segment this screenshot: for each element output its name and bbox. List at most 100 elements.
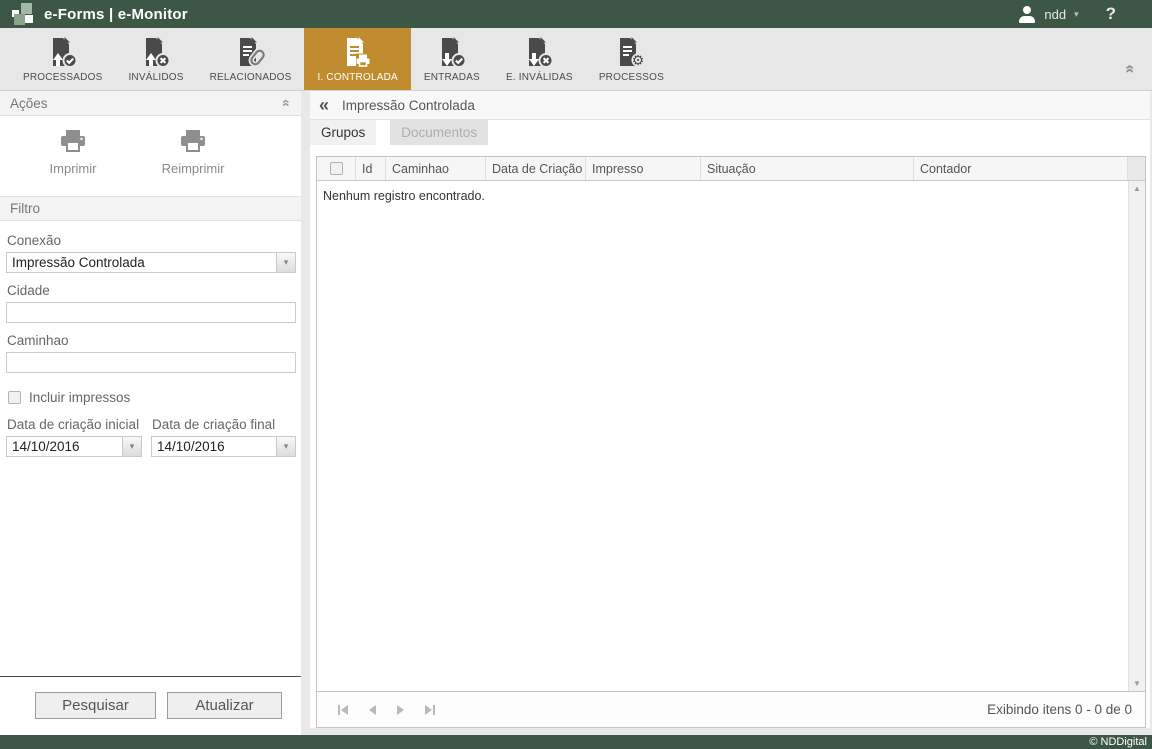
column-header-caminhao[interactable]: Caminhao: [386, 157, 486, 180]
toolbar-button-entradas[interactable]: ENTRADAS: [411, 28, 493, 90]
conexao-selected-value: Impressão Controlada: [7, 255, 276, 270]
data-final-label: Data de criação final: [152, 417, 296, 432]
pesquisar-button[interactable]: Pesquisar: [35, 692, 156, 719]
document-download-cross-icon: [524, 36, 554, 68]
toolbar-button-label: PROCESSOS: [599, 72, 664, 83]
toolbar-button-relacionados[interactable]: RELACIONADOS: [197, 28, 305, 90]
document-printer-icon: [343, 36, 373, 68]
toolbar-button-processados[interactable]: PROCESSADOS: [10, 28, 115, 90]
document-download-check-icon: [437, 36, 467, 68]
grid-body: Nenhum registro encontrado. ▲ ▼: [317, 181, 1145, 691]
select-all-checkbox[interactable]: [330, 162, 343, 175]
document-upload-cross-icon: [141, 36, 171, 68]
toolbar-button-label: INVÁLIDOS: [128, 72, 183, 83]
document-paperclip-icon: [236, 36, 266, 68]
column-header-impresso[interactable]: Impresso: [586, 157, 701, 180]
next-page-button[interactable]: [397, 705, 404, 715]
toolbar-button-label: PROCESSADOS: [23, 72, 102, 83]
toolbar-collapse-chevron-icon[interactable]: «: [1121, 65, 1139, 74]
dropdown-arrow-icon[interactable]: ▾: [122, 437, 141, 456]
actions-row: Imprimir Reimprimir: [0, 116, 301, 196]
data-inicial-value: 14/10/2016: [7, 439, 122, 454]
atualizar-button[interactable]: Atualizar: [167, 692, 282, 719]
incluir-impressos-row[interactable]: Incluir impressos: [8, 390, 296, 405]
imprimir-label: Imprimir: [50, 161, 97, 176]
cidade-input[interactable]: [6, 302, 296, 323]
tab-documentos[interactable]: Documentos: [390, 120, 488, 145]
last-page-button[interactable]: [425, 705, 435, 715]
collapse-sidebar-chevron-icon[interactable]: «: [319, 96, 329, 114]
results-grid: Id Caminhao Data de Criação Impresso Sit…: [316, 156, 1146, 728]
scroll-down-icon[interactable]: ▼: [1133, 679, 1141, 688]
column-header-data-criacao[interactable]: Data de Criação: [486, 157, 586, 180]
scroll-up-icon[interactable]: ▲: [1133, 184, 1141, 193]
pagination-bar: Exibindo itens 0 - 0 de 0: [317, 691, 1145, 727]
actions-section-title: Ações: [10, 96, 48, 111]
svg-text:⚙: ⚙: [632, 52, 645, 68]
toolbar-button-invalidos[interactable]: INVÁLIDOS: [115, 28, 196, 90]
toolbar-button-processos[interactable]: ⚙ PROCESSOS: [586, 28, 677, 90]
cidade-label: Cidade: [7, 283, 296, 298]
dropdown-arrow-icon[interactable]: ▾: [276, 253, 295, 272]
toolbar-button-label: RELACIONADOS: [210, 72, 292, 83]
pagination-controls: [317, 705, 435, 715]
actions-section-header: Ações «: [0, 91, 301, 116]
user-name: ndd: [1044, 7, 1066, 22]
toolbar-button-i-controlada[interactable]: I. CONTROLADA: [304, 28, 410, 90]
data-final-picker[interactable]: 14/10/2016 ▾: [151, 436, 296, 457]
user-menu[interactable]: ndd ▾: [1018, 6, 1078, 23]
help-button[interactable]: ?: [1106, 4, 1116, 24]
panel-title-bar: « Impressão Controlada: [310, 91, 1150, 120]
conexao-select[interactable]: Impressão Controlada ▾: [6, 252, 296, 273]
toolbar-button-label: I. CONTROLADA: [317, 72, 397, 83]
printer-icon: [58, 129, 88, 155]
toolbar-button-e-invalidas[interactable]: E. INVÁLIDAS: [493, 28, 586, 90]
header-right-group: ndd ▾ ?: [1018, 4, 1143, 24]
toolbar-button-label: E. INVÁLIDAS: [506, 72, 573, 83]
caminhao-label: Caminhao: [7, 333, 296, 348]
pagination-status: Exibindo itens 0 - 0 de 0: [987, 702, 1145, 717]
data-inicial-label: Data de criação inicial: [7, 417, 142, 432]
actions-collapse-chevron-icon[interactable]: «: [279, 99, 295, 107]
document-gear-icon: ⚙: [616, 36, 646, 68]
filter-sidebar: Ações « Imprimir Reimp: [0, 91, 301, 735]
document-upload-check-icon: [48, 36, 78, 68]
date-range-row: Data de criação inicial 14/10/2016 ▾ Dat…: [6, 407, 296, 457]
app-title: e-Forms | e-Monitor: [44, 6, 188, 23]
filter-section-title: Filtro: [10, 201, 40, 216]
data-inicial-picker[interactable]: 14/10/2016 ▾: [6, 436, 142, 457]
main-panel: « Impressão Controlada Grupos Documentos…: [310, 91, 1150, 728]
user-icon: [1018, 6, 1036, 23]
panel-title: Impressão Controlada: [342, 98, 475, 113]
column-header-situacao[interactable]: Situação: [701, 157, 914, 180]
nddigital-logo-icon: [9, 2, 35, 26]
copyright-text: © NDDigital: [1089, 736, 1147, 748]
incluir-impressos-checkbox[interactable]: [8, 391, 21, 404]
select-all-cell: [317, 157, 356, 180]
printer-icon: [178, 129, 208, 155]
filter-section-header: Filtro: [0, 196, 301, 221]
first-page-button[interactable]: [338, 705, 348, 715]
caminhao-input[interactable]: [6, 352, 296, 373]
reimprimir-label: Reimprimir: [162, 161, 225, 176]
tab-bar: Grupos Documentos: [310, 120, 1150, 145]
column-header-contador[interactable]: Contador: [914, 157, 1128, 180]
main-toolbar: PROCESSADOS INVÁLIDOS RELACION: [0, 28, 1152, 91]
imprimir-button[interactable]: Imprimir: [20, 129, 126, 196]
scrollbar-header-spacer: [1128, 157, 1145, 180]
vertical-scrollbar[interactable]: ▲ ▼: [1128, 181, 1145, 691]
filter-form: Conexão Impressão Controlada ▾ Cidade Ca…: [0, 221, 301, 457]
app-header: e-Forms | e-Monitor ndd ▾ ?: [0, 0, 1152, 28]
column-header-id[interactable]: Id: [356, 157, 386, 180]
reimprimir-button[interactable]: Reimprimir: [140, 129, 246, 196]
dropdown-arrow-icon[interactable]: ▾: [276, 437, 295, 456]
app-footer: © NDDigital: [0, 735, 1152, 749]
sidebar-footer: Pesquisar Atualizar: [0, 676, 301, 735]
tab-grupos[interactable]: Grupos: [310, 120, 376, 145]
data-final-value: 14/10/2016: [152, 439, 276, 454]
caret-down-icon: ▾: [1074, 9, 1079, 20]
incluir-impressos-label: Incluir impressos: [29, 390, 130, 405]
grid-header-row: Id Caminhao Data de Criação Impresso Sit…: [317, 157, 1145, 181]
previous-page-button[interactable]: [369, 705, 376, 715]
toolbar-button-label: ENTRADAS: [424, 72, 480, 83]
